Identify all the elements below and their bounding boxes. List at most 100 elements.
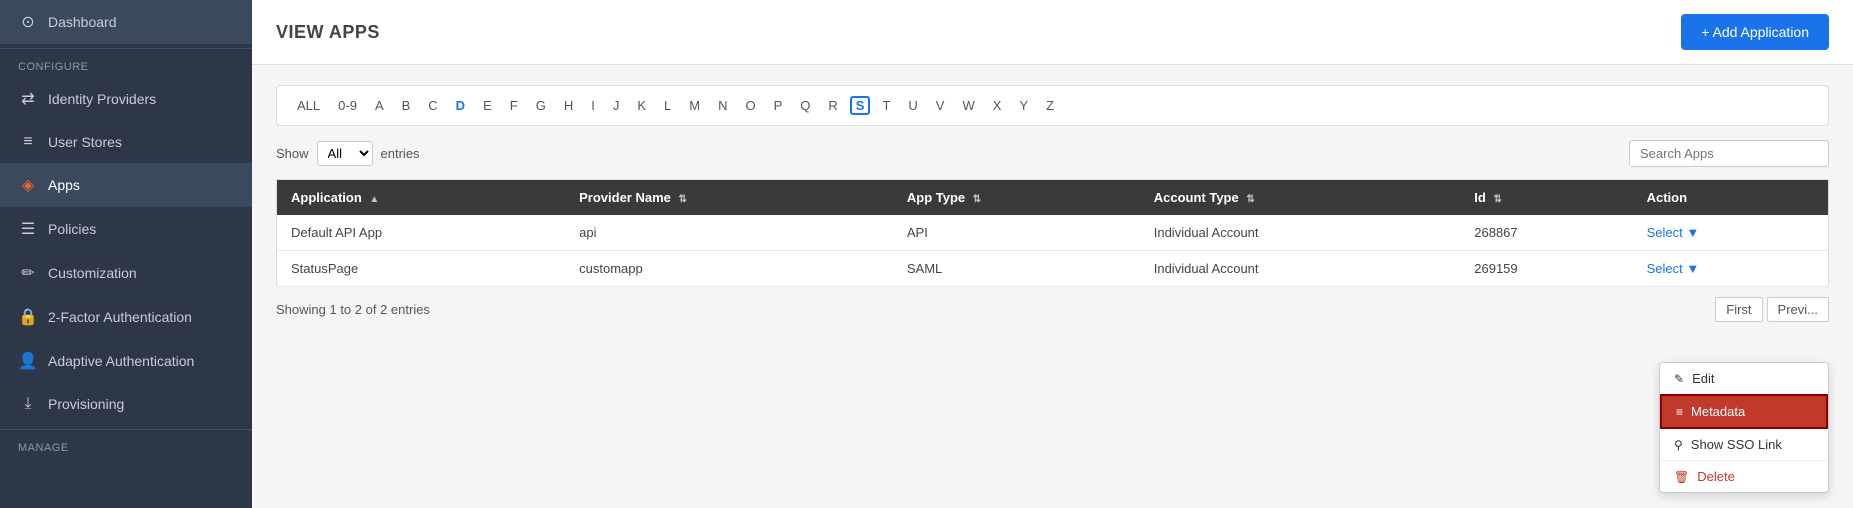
alpha-filter-item[interactable]: H bbox=[558, 96, 579, 115]
cell-app-type: SAML bbox=[893, 251, 1140, 287]
sidebar-item-apps[interactable]: ◈ Apps bbox=[0, 163, 252, 207]
select-dropdown-icon-row1[interactable]: ▼ bbox=[1686, 225, 1699, 240]
alpha-filter-item[interactable]: 0-9 bbox=[332, 96, 363, 115]
alpha-filter-item[interactable]: R bbox=[822, 96, 843, 115]
pagination: First Previ... bbox=[1715, 297, 1829, 322]
alpha-filter-item[interactable]: F bbox=[504, 96, 524, 115]
page-title: VIEW APPS bbox=[276, 22, 380, 43]
alpha-filter-item[interactable]: E bbox=[477, 96, 498, 115]
main-content: VIEW APPS + Add Application ALL0-9ABCDEF… bbox=[252, 0, 1853, 508]
menu-item-delete[interactable]: 🗑 Delete bbox=[1660, 461, 1828, 492]
sidebar-item-dashboard[interactable]: ⊙ Dashboard bbox=[0, 0, 252, 44]
alpha-filter-item[interactable]: T bbox=[876, 96, 896, 115]
cell-action: Select ▼ bbox=[1633, 215, 1829, 251]
alpha-filter-item[interactable]: D bbox=[450, 96, 471, 115]
apps-icon: ◈ bbox=[18, 175, 38, 195]
sidebar-item-label: Customization bbox=[48, 265, 137, 281]
alpha-filter-item[interactable]: A bbox=[369, 96, 390, 115]
cell-id: 268867 bbox=[1460, 215, 1632, 251]
dashboard-icon: ⊙ bbox=[18, 12, 38, 32]
alpha-filter-item[interactable]: P bbox=[768, 96, 789, 115]
menu-item-edit-label: Edit bbox=[1692, 371, 1714, 386]
select-dropdown-icon-row2[interactable]: ▼ bbox=[1686, 261, 1699, 276]
sort-icon-apptype[interactable]: ⇅ bbox=[973, 194, 981, 205]
alpha-filter-item[interactable]: C bbox=[422, 96, 443, 115]
manage-section-label: Manage bbox=[0, 434, 252, 458]
edit-icon: ✎ bbox=[1674, 372, 1684, 386]
table-footer: Showing 1 to 2 of 2 entries First Previ.… bbox=[276, 287, 1829, 322]
alpha-filter-item[interactable]: X bbox=[987, 96, 1008, 115]
alpha-filter-item[interactable]: Q bbox=[794, 96, 816, 115]
alpha-filter-item[interactable]: U bbox=[902, 96, 923, 115]
menu-item-metadata[interactable]: ≡ Metadata bbox=[1660, 394, 1828, 429]
cell-application: StatusPage bbox=[277, 251, 566, 287]
col-application: Application ▲ bbox=[277, 180, 566, 216]
add-application-button[interactable]: + Add Application bbox=[1681, 14, 1829, 50]
sidebar-item-customization[interactable]: ✏ Customization bbox=[0, 251, 252, 295]
alpha-filter-item[interactable]: W bbox=[956, 96, 980, 115]
sidebar-item-label: Policies bbox=[48, 221, 96, 237]
sidebar-item-label: Identity Providers bbox=[48, 91, 156, 107]
alpha-filter-item[interactable]: B bbox=[396, 96, 417, 115]
identity-providers-icon: ⇄ bbox=[18, 89, 38, 109]
table-row: Default API App api API Individual Accou… bbox=[277, 215, 1829, 251]
sidebar-item-provisioning[interactable]: ⤓ Provisioning bbox=[0, 383, 252, 425]
col-app-type: App Type ⇅ bbox=[893, 180, 1140, 216]
entries-select[interactable]: All 10 25 50 100 bbox=[317, 141, 373, 166]
2fa-icon: 🔒 bbox=[18, 307, 38, 327]
cell-application: Default API App bbox=[277, 215, 566, 251]
adaptive-auth-icon: 👤 bbox=[18, 351, 38, 371]
sidebar-item-adaptive-auth[interactable]: 👤 Adaptive Authentication bbox=[0, 339, 252, 383]
alpha-filter-item[interactable]: N bbox=[712, 96, 733, 115]
cell-id: 269159 bbox=[1460, 251, 1632, 287]
menu-item-edit[interactable]: ✎ Edit bbox=[1660, 363, 1828, 394]
sidebar-item-identity-providers[interactable]: ⇄ Identity Providers bbox=[0, 77, 252, 121]
header-bar: VIEW APPS + Add Application bbox=[252, 0, 1853, 65]
configure-section-label: Configure bbox=[0, 53, 252, 77]
search-input[interactable] bbox=[1629, 140, 1829, 167]
alpha-filter-item[interactable]: G bbox=[530, 96, 552, 115]
select-action-row1[interactable]: Select bbox=[1647, 225, 1683, 240]
alpha-filter-item[interactable]: I bbox=[585, 96, 601, 115]
sort-icon-accounttype[interactable]: ⇅ bbox=[1246, 194, 1254, 205]
sidebar-item-2fa[interactable]: 🔒 2-Factor Authentication bbox=[0, 295, 252, 339]
sidebar-item-label: 2-Factor Authentication bbox=[48, 309, 192, 325]
apps-table: Application ▲ Provider Name ⇅ App Type ⇅… bbox=[276, 179, 1829, 287]
alpha-filter-item[interactable]: M bbox=[683, 96, 706, 115]
sidebar-item-label: Apps bbox=[48, 177, 80, 193]
menu-item-sso-label: Show SSO Link bbox=[1691, 437, 1782, 452]
cell-provider-name: customapp bbox=[565, 251, 893, 287]
menu-item-delete-label: Delete bbox=[1697, 469, 1735, 484]
sort-icon-provider[interactable]: ⇅ bbox=[679, 194, 687, 205]
alpha-filter-item[interactable]: K bbox=[631, 96, 652, 115]
col-account-type: Account Type ⇅ bbox=[1140, 180, 1461, 216]
alpha-filter-item[interactable]: O bbox=[739, 96, 761, 115]
provisioning-icon: ⤓ bbox=[18, 395, 38, 413]
entries-label: entries bbox=[381, 146, 420, 161]
alpha-filter-item[interactable]: J bbox=[607, 96, 626, 115]
menu-item-show-sso-link[interactable]: ⚲ Show SSO Link bbox=[1660, 429, 1828, 460]
cell-app-type: API bbox=[893, 215, 1140, 251]
sidebar-item-label: Adaptive Authentication bbox=[48, 353, 194, 369]
first-page-button[interactable]: First bbox=[1715, 297, 1762, 322]
metadata-icon: ≡ bbox=[1676, 405, 1683, 419]
select-action-row2[interactable]: Select bbox=[1647, 261, 1683, 276]
alpha-filter-item[interactable]: ALL bbox=[291, 96, 326, 115]
sso-link-icon: ⚲ bbox=[1674, 438, 1683, 452]
sidebar-item-label: Provisioning bbox=[48, 396, 124, 412]
showing-text: Showing 1 to 2 of 2 entries bbox=[276, 302, 430, 317]
alpha-filter-item[interactable]: V bbox=[930, 96, 951, 115]
alpha-filter-item[interactable]: S bbox=[850, 96, 871, 115]
sidebar-item-policies[interactable]: ☰ Policies bbox=[0, 207, 252, 251]
cell-account-type: Individual Account bbox=[1140, 215, 1461, 251]
sort-icon-application[interactable]: ▲ bbox=[369, 194, 379, 205]
alpha-filter-item[interactable]: L bbox=[658, 96, 677, 115]
cell-action: Select ▼ bbox=[1633, 251, 1829, 287]
sidebar-item-user-stores[interactable]: ≡ User Stores bbox=[0, 121, 252, 163]
alpha-filter-item[interactable]: Z bbox=[1040, 96, 1060, 115]
alpha-filter-item[interactable]: Y bbox=[1013, 96, 1034, 115]
sort-icon-id[interactable]: ⇅ bbox=[1493, 194, 1501, 205]
col-provider-name: Provider Name ⇅ bbox=[565, 180, 893, 216]
cell-account-type: Individual Account bbox=[1140, 251, 1461, 287]
prev-page-button[interactable]: Previ... bbox=[1767, 297, 1829, 322]
